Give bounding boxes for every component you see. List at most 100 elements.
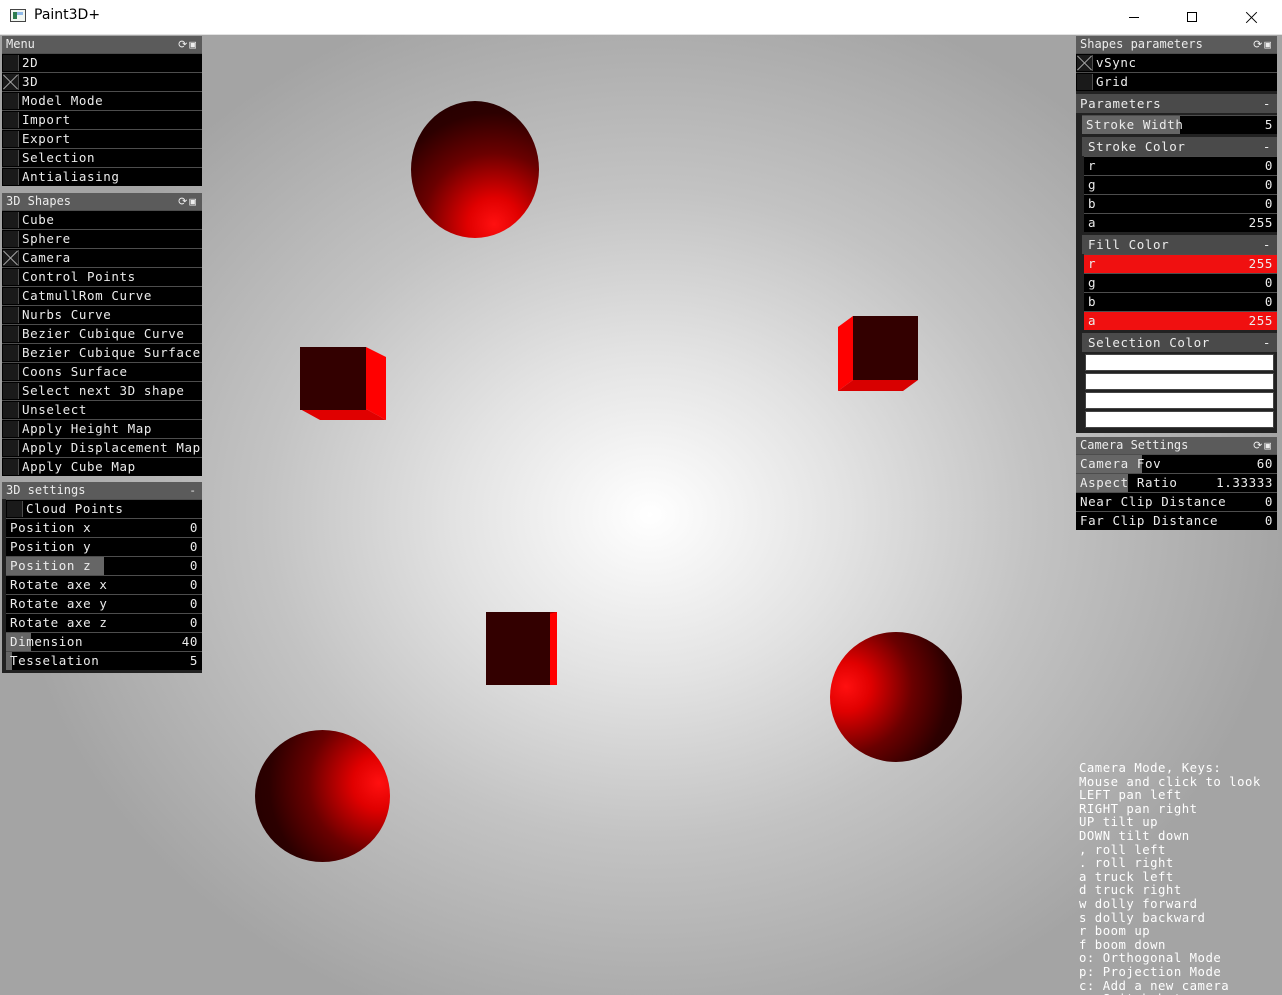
setting-tesselation[interactable]: Tesselation 5 xyxy=(6,651,202,670)
collapse-icon[interactable]: - xyxy=(1263,235,1271,254)
setting-rotate-axe-z[interactable]: Rotate axe z 0 xyxy=(6,613,202,632)
field-label: Position y xyxy=(10,539,92,554)
checkbox-icon xyxy=(7,501,23,517)
vsync-checkbox[interactable]: vSync xyxy=(1076,53,1277,72)
shapes-parameters-header[interactable]: Shapes parameters ⟳▣ xyxy=(1076,36,1277,53)
field-value: 0 xyxy=(1264,513,1273,528)
fill-channel-a[interactable]: a 255 xyxy=(1084,311,1277,330)
field-label: Rotate axe x xyxy=(10,577,108,592)
menu-item-model-mode[interactable]: Model Mode xyxy=(2,91,202,110)
camera-camera-fov[interactable]: Camera Fov 60 xyxy=(1076,454,1277,473)
settings-fields: Position x 0 Position y 0 Position z 0 Rotate … xyxy=(2,518,202,670)
checkbox-icon xyxy=(3,288,19,304)
fill-channel-g[interactable]: g0 xyxy=(1084,273,1277,292)
close-button[interactable] xyxy=(1222,0,1280,34)
stroke-color-header[interactable]: Stroke Color - xyxy=(1082,137,1277,156)
selection-color-header[interactable]: Selection Color - xyxy=(1082,333,1277,352)
selection-color-swatch[interactable] xyxy=(1085,411,1274,428)
field-value: 255 xyxy=(1248,256,1273,271)
selection-color-swatch[interactable] xyxy=(1085,392,1274,409)
sphere-shape[interactable] xyxy=(411,101,539,238)
panel-controls-icon[interactable]: ⟳▣ xyxy=(1253,36,1273,53)
field-label: Rotate axe y xyxy=(10,596,108,611)
fill-color-header[interactable]: Fill Color - xyxy=(1082,235,1277,254)
shapes-parameters-title: Shapes parameters xyxy=(1080,37,1203,51)
cloud-points-checkbox[interactable]: Cloud Points xyxy=(6,499,202,518)
camera-near-clip-distance[interactable]: Near Clip Distance 0 xyxy=(1076,492,1277,511)
shape-item-label: Apply Cube Map xyxy=(22,459,136,474)
shape-item-unselect[interactable]: Unselect xyxy=(2,400,202,419)
checkbox-icon xyxy=(3,112,19,128)
shape-item-catmullrom-curve[interactable]: CatmullRom Curve xyxy=(2,286,202,305)
maximize-button[interactable] xyxy=(1163,0,1221,34)
fill-channel-b[interactable]: b0 xyxy=(1084,292,1277,311)
collapse-icon[interactable]: - xyxy=(1263,94,1271,113)
shape-item-camera[interactable]: Camera xyxy=(2,248,202,267)
shapes-panel-header[interactable]: 3D Shapes ⟳▣ xyxy=(2,193,202,210)
collapse-icon[interactable]: - xyxy=(1263,137,1271,156)
stroke-channel-g[interactable]: g0 xyxy=(1084,175,1277,194)
parameters-header[interactable]: Parameters - xyxy=(1076,94,1277,113)
panel-controls-icon[interactable]: ⟳▣ xyxy=(178,193,198,210)
shape-item-select-next-3d-shape[interactable]: Select next 3D shape xyxy=(2,381,202,400)
field-label: Position z xyxy=(10,558,92,573)
shape-item-bezier-cubique-surface[interactable]: Bezier Cubique Surface xyxy=(2,343,202,362)
collapse-icon[interactable]: - xyxy=(1263,333,1271,352)
shape-item-control-points[interactable]: Control Points xyxy=(2,267,202,286)
sphere-shape[interactable] xyxy=(255,730,390,862)
camera-far-clip-distance[interactable]: Far Clip Distance 0 xyxy=(1076,511,1277,530)
setting-dimension[interactable]: Dimension 40 xyxy=(6,632,202,651)
panel-controls-icon[interactable]: ⟳▣ xyxy=(1253,437,1273,454)
field-value: 40 xyxy=(181,634,198,649)
menu-item-2d[interactable]: 2D xyxy=(2,53,202,72)
checkbox-icon xyxy=(3,212,19,228)
fill-channel-r[interactable]: r 255 xyxy=(1084,254,1277,273)
minimize-button[interactable] xyxy=(1105,0,1163,34)
shape-item-nurbs-curve[interactable]: Nurbs Curve xyxy=(2,305,202,324)
sphere-shape[interactable] xyxy=(830,632,962,762)
menu-item-label: 2D xyxy=(22,55,39,70)
maximize-icon xyxy=(1187,12,1197,22)
stroke-width-slider[interactable]: Stroke Width 5 xyxy=(1082,115,1277,134)
menu-item-antialiasing[interactable]: Antialiasing xyxy=(2,167,202,186)
cube-shape[interactable] xyxy=(299,346,389,422)
field-label: r xyxy=(1088,158,1097,173)
stroke-color-channels: r 0 g 0 b 0 a 255 xyxy=(1084,156,1277,232)
menu-panel-header[interactable]: Menu ⟳▣ xyxy=(2,36,202,53)
menu-item-export[interactable]: Export xyxy=(2,129,202,148)
camera-settings-header[interactable]: Camera Settings ⟳▣ xyxy=(1076,437,1277,454)
shape-item-cube[interactable]: Cube xyxy=(2,210,202,229)
shape-item-apply-cube-map[interactable]: Apply Cube Map xyxy=(2,457,202,476)
shape-item-coons-surface[interactable]: Coons Surface xyxy=(2,362,202,381)
cube-shape[interactable] xyxy=(836,315,920,393)
menu-item-import[interactable]: Import xyxy=(2,110,202,129)
stroke-channel-r[interactable]: r0 xyxy=(1084,156,1277,175)
setting-position-y[interactable]: Position y 0 xyxy=(6,537,202,556)
setting-rotate-axe-x[interactable]: Rotate axe x 0 xyxy=(6,575,202,594)
selection-color-swatch[interactable] xyxy=(1085,354,1274,371)
menu-item-label: Model Mode xyxy=(22,93,104,108)
checkbox-icon xyxy=(3,345,19,361)
camera-aspect-ratio[interactable]: Aspect Ratio 1.33333 xyxy=(1076,473,1277,492)
menu-item-3d[interactable]: 3D xyxy=(2,72,202,91)
grid-checkbox[interactable]: Grid xyxy=(1076,72,1277,91)
field-value: 0 xyxy=(1264,177,1273,192)
stroke-channel-b[interactable]: b0 xyxy=(1084,194,1277,213)
panel-controls-icon[interactable]: ⟳▣ xyxy=(178,36,198,53)
setting-rotate-axe-y[interactable]: Rotate axe y 0 xyxy=(6,594,202,613)
shape-item-label: Sphere xyxy=(22,231,71,246)
shape-item-label: Unselect xyxy=(22,402,88,417)
shape-item-sphere[interactable]: Sphere xyxy=(2,229,202,248)
cube-shape[interactable] xyxy=(485,611,560,687)
shape-item-apply-displacement-map[interactable]: Apply Displacement Map xyxy=(2,438,202,457)
shape-item-bezier-cubique-curve[interactable]: Bezier Cubique Curve xyxy=(2,324,202,343)
setting-position-x[interactable]: Position x 0 xyxy=(6,518,202,537)
menu-item-selection[interactable]: Selection xyxy=(2,148,202,167)
shape-item-apply-height-map[interactable]: Apply Height Map xyxy=(2,419,202,438)
selection-color-swatch[interactable] xyxy=(1085,373,1274,390)
setting-position-z[interactable]: Position z 0 xyxy=(6,556,202,575)
stroke-channel-a[interactable]: a 255 xyxy=(1084,213,1277,232)
collapse-icon[interactable]: - xyxy=(189,482,198,499)
settings-panel-header[interactable]: 3D settings - xyxy=(2,482,202,499)
field-label: a xyxy=(1088,215,1097,230)
